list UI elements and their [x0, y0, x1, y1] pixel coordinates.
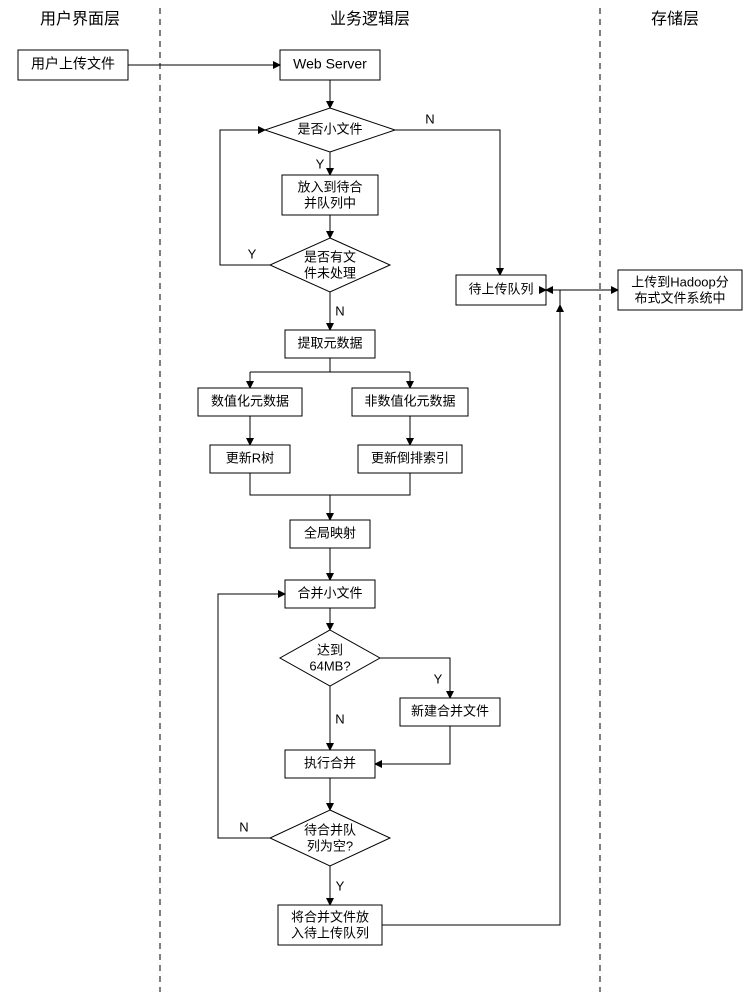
label-upload-hadoop-l2: 布式文件系统中 [634, 290, 725, 305]
label-upload-hadoop-l1: 上传到Hadoop分 [631, 274, 729, 289]
label-is-small-file: 是否小文件 [297, 121, 362, 136]
label-update-inverted: 更新倒排索引 [371, 450, 449, 465]
label-user-upload: 用户上传文件 [31, 56, 115, 72]
label-put-upload-queue-l1: 将合并文件放 [291, 909, 369, 924]
label-global-mapping: 全局映射 [304, 525, 356, 540]
label-has-unprocessed-l1: 是否有文 [304, 249, 356, 264]
edge-has-unprocessed-no-label: N [335, 303, 344, 318]
label-queue-empty-l2: 列为空? [307, 838, 353, 853]
label-has-unprocessed-l2: 件未处理 [304, 265, 356, 280]
edge-64mb-yes-label: Y [434, 671, 443, 686]
header-logic-layer: 业务逻辑层 [330, 10, 410, 28]
label-extract-metadata: 提取元数据 [297, 335, 362, 350]
edge-queue-empty-no-label: N [239, 819, 248, 834]
edge-merge-right [330, 473, 410, 495]
label-new-merge-file: 新建合并文件 [411, 703, 489, 718]
edge-issmall-no [395, 130, 500, 275]
header-storage-layer: 存储层 [651, 10, 699, 28]
label-merge-small-files: 合并小文件 [297, 585, 362, 600]
label-put-upload-queue-l2: 入待上传队列 [291, 925, 369, 940]
label-web-server: Web Server [293, 56, 367, 72]
edge-queue-empty-no [218, 594, 285, 838]
edge-newfile-to-exec [375, 726, 450, 764]
edge-issmall-yes-label: Y [316, 156, 325, 171]
edge-split-left-h [250, 358, 330, 372]
label-put-merge-queue-l1: 放入到待合 [297, 179, 362, 194]
label-nonnumeric-metadata: 非数值化元数据 [364, 393, 455, 408]
edge-queue-empty-yes-label: Y [336, 878, 345, 893]
label-update-rtree: 更新R树 [226, 450, 274, 465]
edge-into-upload-queue [546, 290, 560, 305]
edge-64mb-no-label: N [335, 711, 344, 726]
edge-merge-left [250, 473, 330, 495]
header-ui-layer: 用户界面层 [40, 10, 120, 28]
label-numeric-metadata: 数值化元数据 [211, 393, 289, 408]
label-queue-empty-l1: 待合并队 [304, 822, 356, 837]
label-reach-64mb-l1: 达到 [317, 642, 343, 657]
label-put-merge-queue-l2: 并队列中 [304, 195, 356, 210]
label-upload-queue: 待上传队列 [468, 281, 533, 296]
edge-has-unprocessed-yes-label: Y [248, 246, 257, 261]
edge-has-unprocessed-yes [220, 130, 270, 265]
edge-issmall-no-label: N [425, 111, 434, 126]
label-execute-merge: 执行合并 [304, 755, 356, 770]
label-reach-64mb-l2: 64MB? [309, 658, 350, 673]
